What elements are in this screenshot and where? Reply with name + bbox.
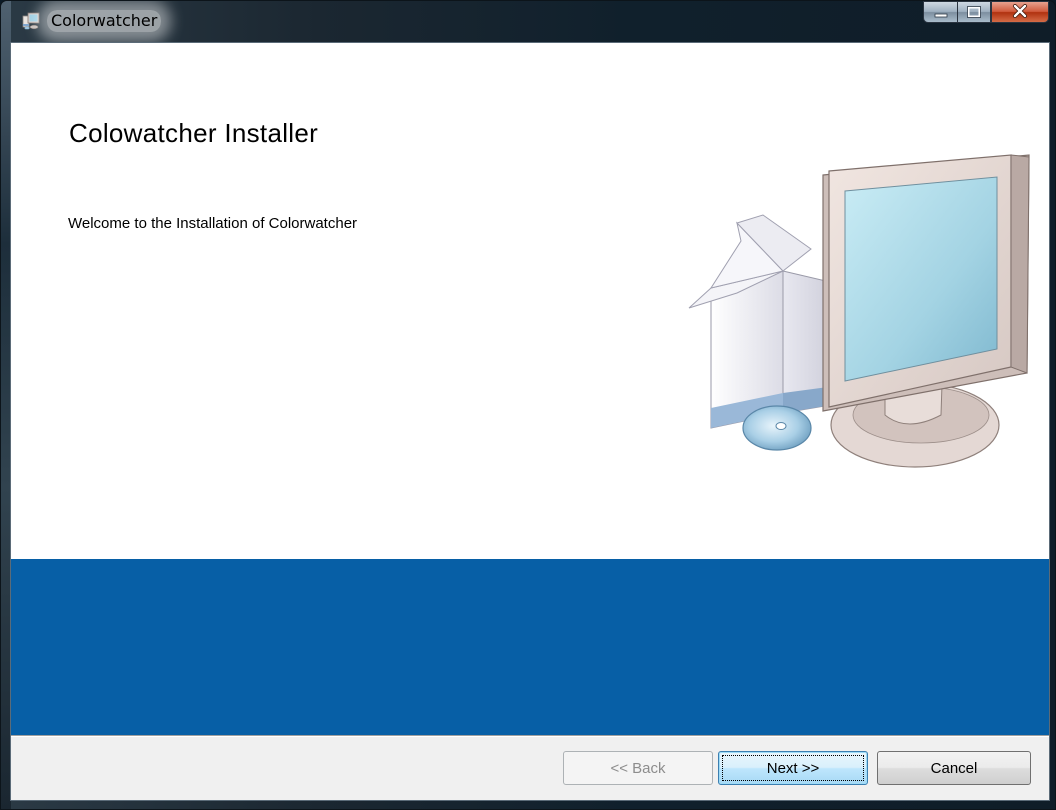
back-button-label: << Back: [610, 759, 666, 777]
welcome-message: Welcome to the Installation of Colorwatc…: [68, 215, 358, 232]
button-bar: << Back Next >> Cancel: [11, 735, 1049, 800]
back-button[interactable]: << Back: [563, 751, 713, 785]
maximize-button[interactable]: [957, 1, 991, 23]
banner-band: [11, 559, 1049, 735]
title-bar[interactable]: Colorwatcher: [1, 1, 1055, 41]
installer-window: Colorwatcher Colowatcher Installer Welco…: [0, 0, 1056, 810]
cancel-button[interactable]: Cancel: [877, 751, 1031, 785]
close-icon: [1012, 3, 1028, 22]
next-button[interactable]: Next >>: [718, 751, 868, 785]
window-title: Colorwatcher: [47, 10, 162, 32]
installer-computer-icon[interactable]: [22, 12, 40, 30]
minimize-icon: [934, 3, 948, 22]
dialog-client-area: Colowatcher Installer Welcome to the Ins…: [10, 42, 1050, 801]
next-button-label: Next >>: [766, 759, 820, 777]
computer-illustration-icon: [671, 153, 1031, 483]
welcome-panel: Colowatcher Installer Welcome to the Ins…: [11, 43, 1049, 559]
installer-heading: Colowatcher Installer: [69, 118, 319, 148]
maximize-icon: [967, 3, 981, 22]
close-button[interactable]: [991, 1, 1049, 23]
cancel-button-label: Cancel: [930, 759, 978, 777]
minimize-button[interactable]: [923, 1, 957, 23]
caption-buttons: [923, 1, 1049, 23]
